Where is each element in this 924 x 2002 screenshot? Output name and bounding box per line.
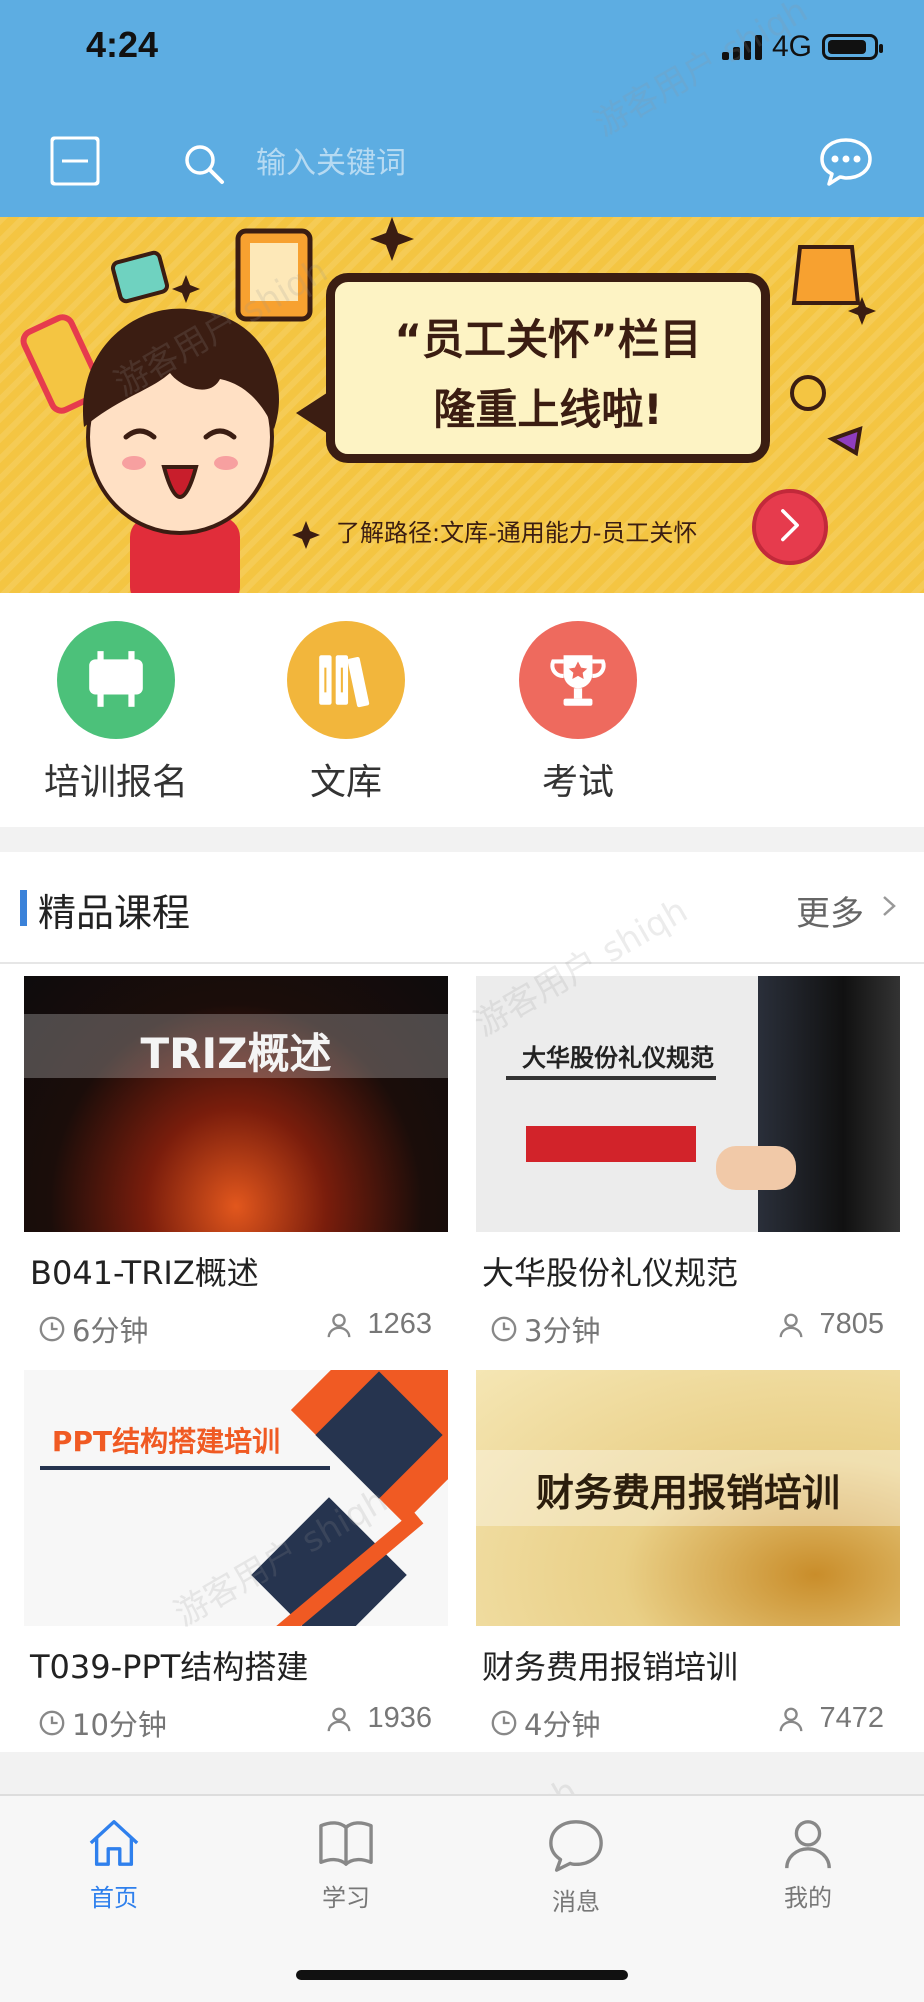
clock-icon xyxy=(491,1710,517,1736)
course-views: 7805 xyxy=(777,1308,884,1341)
views-count: 7472 xyxy=(819,1702,884,1734)
person-icon xyxy=(780,1707,803,1731)
course-thumbnail: TRIZ概述 xyxy=(24,976,448,1232)
course-card[interactable]: 财务费用报销培训 财务费用报销培训 4分钟 7472 xyxy=(476,1370,900,1746)
course-card[interactable]: PPT结构搭建培训 T039-PPT结构搭建 10分钟 1936 xyxy=(24,1370,448,1746)
featured-courses: 精品课程 更多 TRIZ概述 B041-TRIZ概述 6分钟 1263 大华股份… xyxy=(0,852,924,1752)
clock-icon xyxy=(39,1316,65,1342)
duration-text: 3分钟 xyxy=(524,1314,601,1348)
nav-label: 培训报名 xyxy=(43,762,188,803)
tab-study[interactable]: 学习 xyxy=(276,1816,416,1913)
home-icon xyxy=(89,1820,139,1866)
speech-bubble: “员工关怀”栏目 隆重上线啦! xyxy=(326,273,770,463)
signal-icon xyxy=(721,34,762,60)
course-meta: 6分钟 1263 xyxy=(24,1308,448,1352)
quick-nav: 培训报名 文库 考试 xyxy=(0,593,924,827)
tab-profile[interactable]: 我的 xyxy=(738,1816,878,1913)
course-thumbnail: 大华股份礼仪规范 xyxy=(476,976,900,1232)
cartoon-character-illustration xyxy=(82,308,279,593)
tab-messages[interactable]: 消息 xyxy=(506,1816,646,1917)
nav-label: 考试 xyxy=(541,762,614,803)
thumbnail-title: 财务费用报销培训 xyxy=(535,1471,840,1515)
course-meta: 3分钟 7805 xyxy=(476,1308,900,1352)
views-count: 1936 xyxy=(367,1702,432,1734)
tab-label: 首页 xyxy=(90,1884,138,1912)
more-link[interactable]: 更多 xyxy=(796,886,864,935)
scan-icon[interactable] xyxy=(48,134,102,188)
app-header: 4:24 4G xyxy=(0,0,924,217)
chevron-right-icon xyxy=(781,509,799,542)
thumbnail-title: TRIZ概述 xyxy=(140,1029,332,1078)
banner-path-text: 了解路径:文库-通用能力-员工关怀 xyxy=(336,519,698,547)
status-time: 4:24 xyxy=(86,24,159,65)
chevron-right-icon[interactable] xyxy=(880,894,898,918)
person-icon xyxy=(328,1707,351,1731)
course-views: 7472 xyxy=(777,1702,884,1735)
clock-icon xyxy=(39,1710,65,1736)
person-icon xyxy=(328,1313,351,1337)
status-indicators: 4G xyxy=(721,30,883,64)
person-icon xyxy=(780,1313,803,1337)
book-icon xyxy=(319,1821,373,1866)
views-count: 1263 xyxy=(367,1308,432,1340)
duration-text: 10分钟 xyxy=(72,1708,167,1742)
section-accent-bar xyxy=(20,890,27,926)
course-title: 财务费用报销培训 xyxy=(482,1648,739,1686)
search-icon xyxy=(185,145,224,184)
tab-home[interactable]: 首页 xyxy=(44,1816,184,1913)
course-card[interactable]: 大华股份礼仪规范 大华股份礼仪规范 3分钟 7805 xyxy=(476,976,900,1352)
course-meta: 4分钟 7472 xyxy=(476,1702,900,1746)
battery-icon xyxy=(822,34,883,60)
banner-headline-line2: 隆重上线啦! xyxy=(433,385,663,434)
banner-next-button[interactable] xyxy=(752,489,828,565)
books-icon xyxy=(287,621,405,739)
course-duration: 10分钟 xyxy=(38,1702,167,1744)
course-duration: 3分钟 xyxy=(490,1308,600,1350)
tab-label: 消息 xyxy=(552,1888,600,1916)
clock-icon xyxy=(491,1316,517,1342)
signboard-icon xyxy=(57,621,175,739)
speech-bubble-icon xyxy=(549,1820,603,1872)
network-type: 4G xyxy=(771,30,812,63)
course-duration: 6分钟 xyxy=(38,1308,148,1350)
views-count: 7805 xyxy=(819,1308,884,1340)
nav-label: 文库 xyxy=(309,762,382,803)
search-input[interactable] xyxy=(254,140,758,186)
promo-banner[interactable]: “员工关怀”栏目 隆重上线啦! 了解路径:文库-通用能力-员工关怀 xyxy=(0,217,924,593)
course-title: B041-TRIZ概述 xyxy=(30,1254,259,1292)
duration-text: 4分钟 xyxy=(524,1708,601,1742)
course-views: 1263 xyxy=(325,1308,432,1341)
section-header: 精品课程 更多 xyxy=(0,852,924,964)
course-meta: 10分钟 1936 xyxy=(24,1702,448,1746)
nav-exam[interactable]: 考试 xyxy=(478,621,678,805)
chat-bubble-icon[interactable] xyxy=(818,136,874,188)
trophy-icon xyxy=(519,621,637,739)
course-views: 1936 xyxy=(325,1702,432,1735)
nav-library[interactable]: 文库 xyxy=(246,621,446,805)
course-thumbnail: PPT结构搭建培训 xyxy=(24,1370,448,1626)
tab-label: 学习 xyxy=(322,1884,370,1912)
course-thumbnail: 财务费用报销培训 xyxy=(476,1370,900,1626)
home-indicator xyxy=(296,1970,628,1980)
section-title: 精品课程 xyxy=(38,891,191,935)
banner-headline-line1: “员工关怀”栏目 xyxy=(394,315,702,364)
course-title: T039-PPT结构搭建 xyxy=(30,1648,309,1686)
course-title: 大华股份礼仪规范 xyxy=(482,1254,739,1292)
nav-training-signup[interactable]: 培训报名 xyxy=(16,621,216,805)
tab-label: 我的 xyxy=(784,1884,832,1912)
course-duration: 4分钟 xyxy=(490,1702,600,1744)
thumbnail-title: PPT结构搭建培训 xyxy=(51,1425,281,1458)
duration-text: 6分钟 xyxy=(72,1314,149,1348)
course-card[interactable]: TRIZ概述 B041-TRIZ概述 6分钟 1263 xyxy=(24,976,448,1352)
person-icon xyxy=(785,1820,831,1869)
